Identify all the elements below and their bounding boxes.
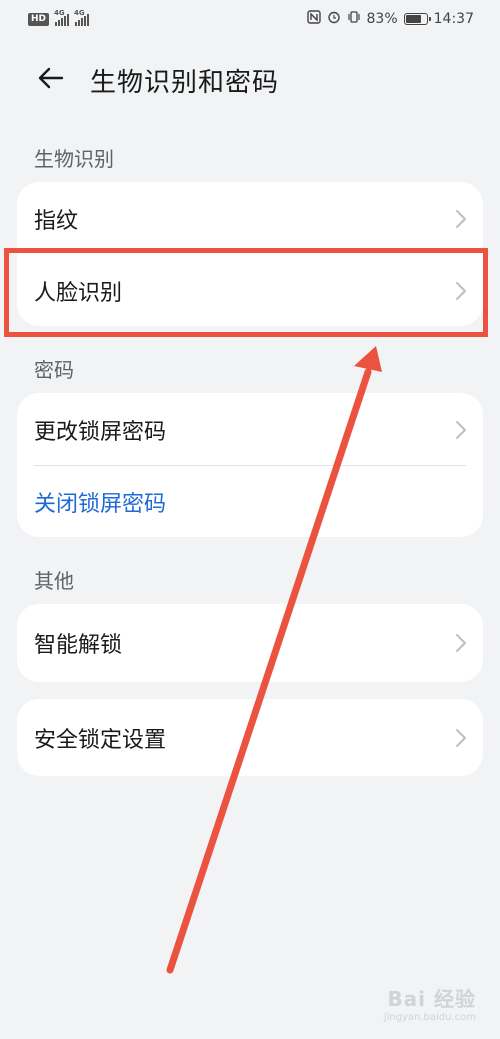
watermark-url: jingyan.baidu.com [383, 1012, 476, 1023]
watermark: Bai 经验 jingyan.baidu.com [384, 983, 476, 1023]
annotation-arrow [166, 346, 382, 974]
watermark-logo: Bai 经验 [387, 987, 476, 1011]
